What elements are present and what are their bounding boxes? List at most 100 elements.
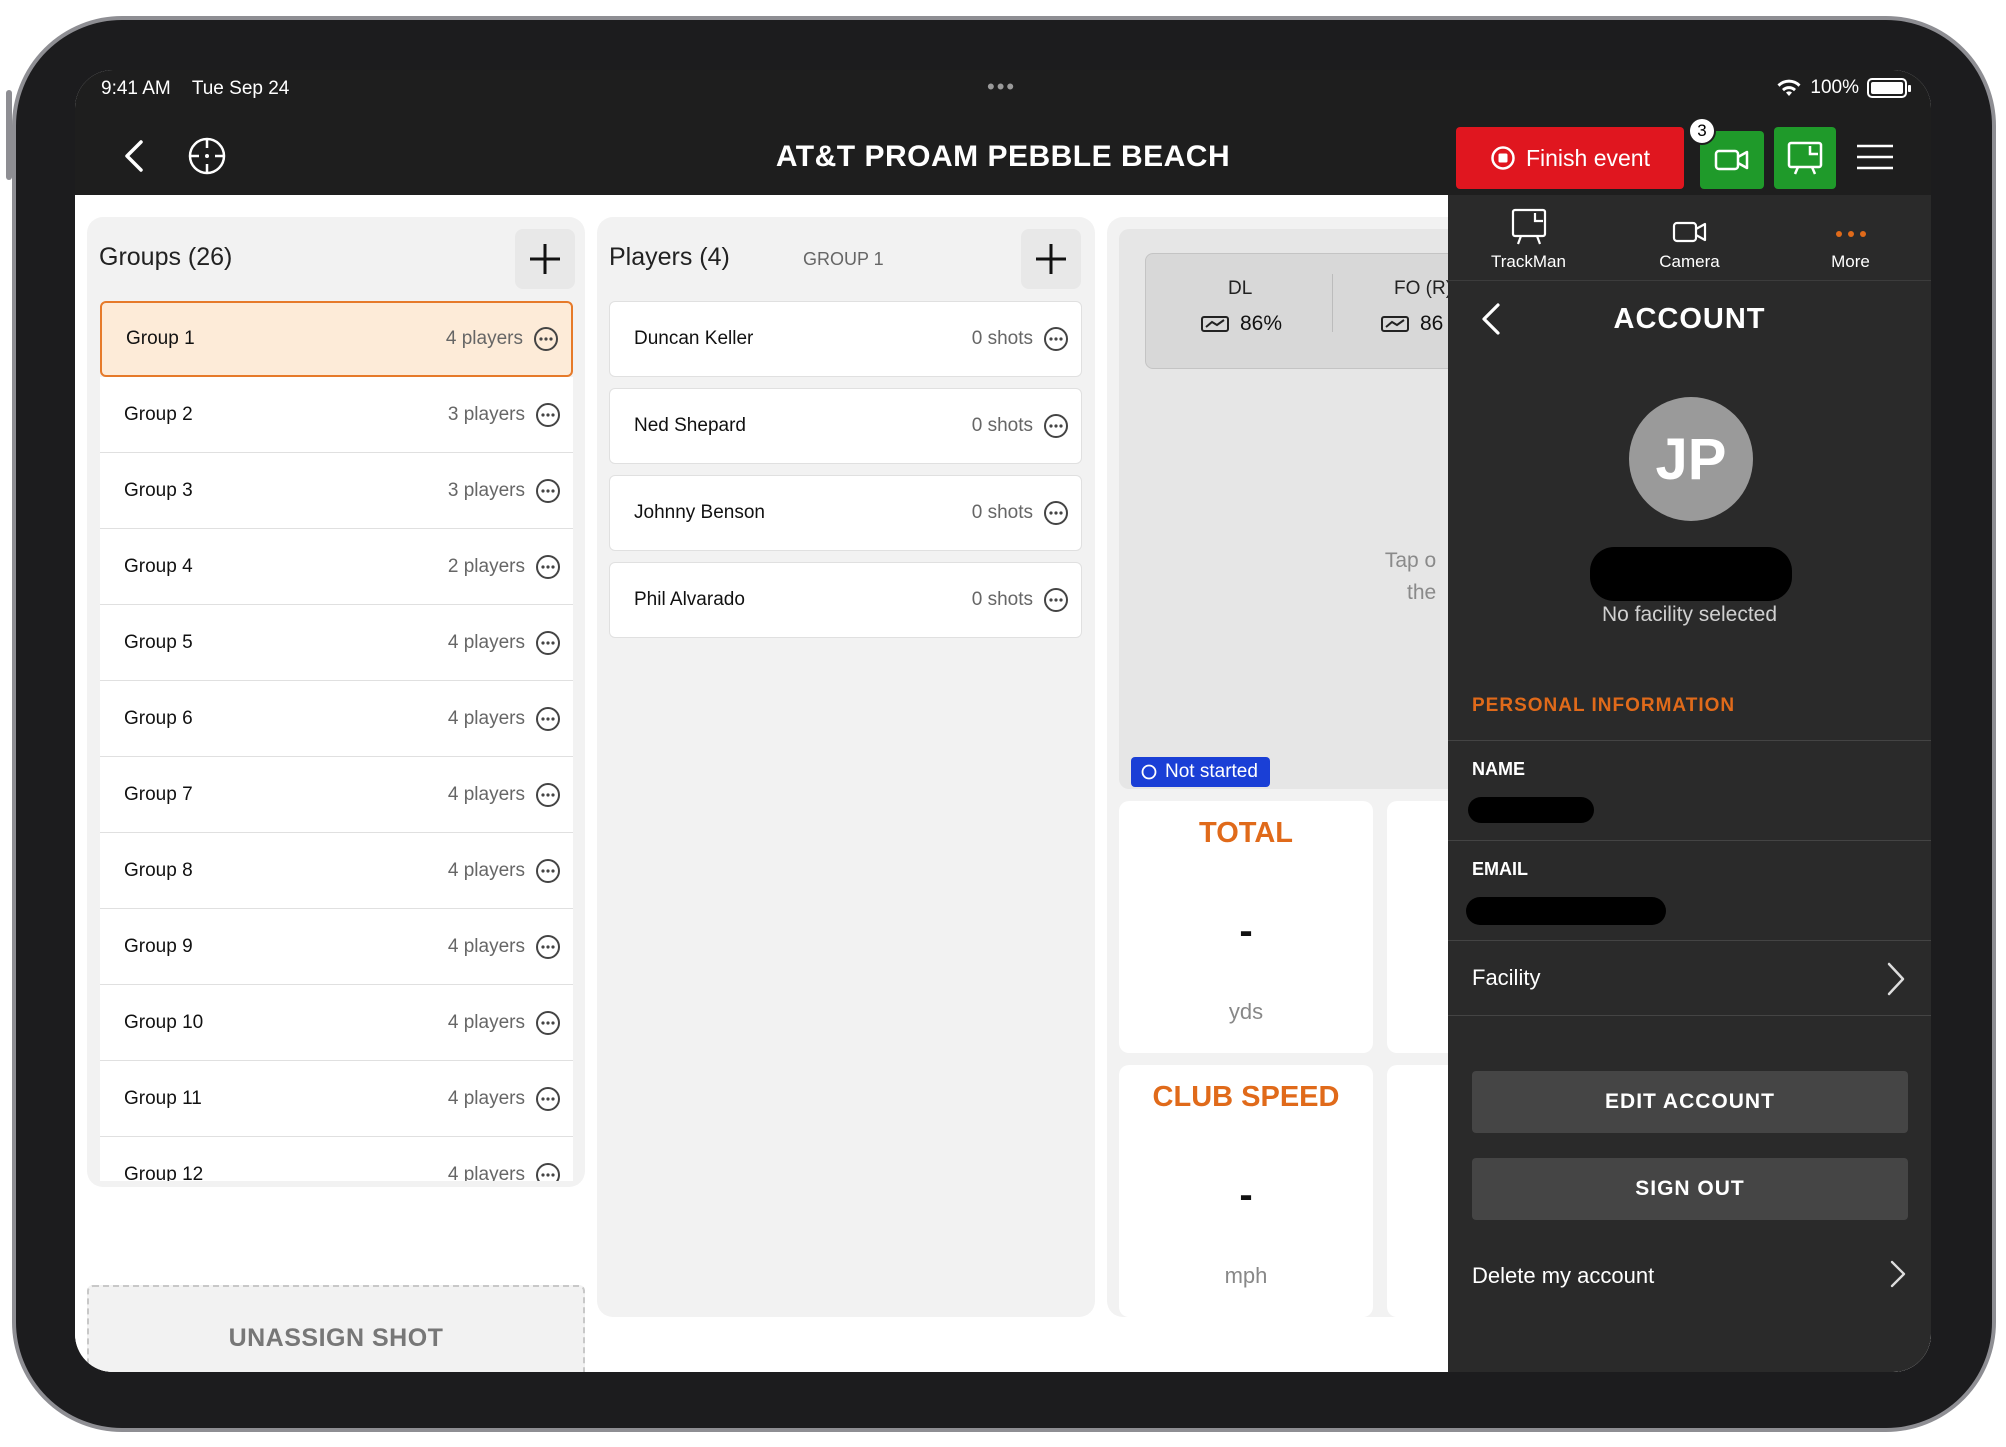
redacted-username xyxy=(1590,547,1792,601)
edit-account-button[interactable]: EDIT ACCOUNT xyxy=(1472,1071,1908,1133)
group-row[interactable]: Group 10 4 players xyxy=(100,985,573,1061)
tab-camera-label: Camera xyxy=(1659,252,1720,271)
group-row[interactable]: Group 42 players xyxy=(100,529,573,605)
player-row[interactable]: Johnny Benson 0 shots xyxy=(609,475,1082,551)
club-speed-unit: mph xyxy=(1224,1263,1268,1288)
more-options-icon[interactable] xyxy=(1043,500,1069,526)
more-options-icon[interactable] xyxy=(535,706,561,732)
add-player-button[interactable] xyxy=(1021,229,1081,289)
more-options-icon[interactable] xyxy=(535,554,561,580)
tap-hint-line-1: Tap o xyxy=(1384,549,1437,572)
redacted-name xyxy=(1468,797,1594,823)
account-tabs: TrackMan Camera More xyxy=(1448,195,1931,281)
players-group-label: GROUP 1 xyxy=(803,249,884,269)
status-date: Tue Sep 24 xyxy=(191,78,290,99)
more-options-icon[interactable] xyxy=(535,858,561,884)
status-right: 100% xyxy=(1776,77,1911,99)
club-speed-value: - xyxy=(1239,1173,1253,1217)
radar-icon xyxy=(1381,316,1409,332)
redacted-email xyxy=(1466,897,1666,925)
name-label: NAME xyxy=(1472,759,1525,779)
group-row[interactable]: Group 54 players xyxy=(100,605,573,681)
fo-value: 86 xyxy=(1420,312,1444,335)
status-time: 9:41 AM Tue Sep 24 xyxy=(101,78,290,99)
metrics-panel: DL 86% FO (R) 86 Tap o the Not started T… xyxy=(1107,217,1507,1317)
status-badge: Not started xyxy=(1131,757,1270,787)
dl-label: DL xyxy=(1228,278,1253,299)
tap-hint-line-2: the xyxy=(1407,581,1437,604)
total-unit: yds xyxy=(1228,999,1264,1024)
tab-trackman[interactable]: TrackMan xyxy=(1448,195,1609,280)
add-group-button[interactable] xyxy=(515,229,575,289)
dl-value: 86% xyxy=(1240,312,1283,335)
unassign-shot-button[interactable]: UNASSIGN SHOT xyxy=(87,1285,585,1372)
player-row[interactable]: Phil Alvarado 0 shots xyxy=(609,562,1082,638)
group-row[interactable]: Group 23 players xyxy=(100,377,573,453)
battery-icon xyxy=(1867,78,1911,98)
fo-metric: 86 xyxy=(1380,312,1443,336)
players-title: Players (4) xyxy=(609,243,730,271)
account-panel: TrackMan Camera More ACCOUNT JP No facil… xyxy=(1448,195,1931,1372)
video-camera-icon xyxy=(1672,221,1706,243)
more-options-icon[interactable] xyxy=(535,934,561,960)
group-row[interactable]: Group 14 players xyxy=(100,301,573,377)
circle-outline-icon xyxy=(1141,764,1157,780)
trackman-button[interactable] xyxy=(1774,127,1836,189)
tab-more[interactable]: More xyxy=(1770,195,1931,280)
fo-label: FO (R) xyxy=(1394,278,1453,299)
group-row[interactable]: Group 74 players xyxy=(100,757,573,833)
group-row[interactable]: Group 12 4 players xyxy=(100,1137,573,1181)
finish-event-button[interactable]: Finish event xyxy=(1456,127,1684,189)
more-options-icon[interactable] xyxy=(1043,326,1069,352)
side-button xyxy=(6,90,12,180)
club-speed-title: CLUB SPEED xyxy=(1152,1081,1340,1113)
radar-icon xyxy=(1201,316,1229,332)
total-value: - xyxy=(1239,909,1253,953)
more-options-icon[interactable] xyxy=(535,1162,561,1182)
tab-camera[interactable]: Camera xyxy=(1609,195,1770,280)
player-row[interactable]: Ned Shepard 0 shots xyxy=(609,388,1082,464)
group-row[interactable]: Group 84 players xyxy=(100,833,573,909)
club-speed-card[interactable]: CLUB SPEED - mph xyxy=(1119,1065,1373,1317)
more-options-icon[interactable] xyxy=(535,402,561,428)
account-title: ACCOUNT xyxy=(1613,303,1766,335)
facility-row[interactable]: Facility xyxy=(1448,940,1931,1016)
camera-button[interactable]: 3 xyxy=(1688,117,1764,189)
video-camera-icon xyxy=(1714,149,1749,171)
nav-bar: AT&T PROAM PEBBLE BEACH Finish event 3 xyxy=(75,117,1931,195)
group-row[interactable]: Group 94 players xyxy=(100,909,573,985)
stop-record-icon xyxy=(1491,146,1515,170)
group-row[interactable]: Group 11 4 players xyxy=(100,1061,573,1137)
groups-title: Groups (26) xyxy=(99,243,233,271)
trackman-device-icon xyxy=(1787,141,1823,175)
more-options-icon[interactable] xyxy=(1043,413,1069,439)
status-bar: 9:41 AM Tue Sep 24 ••• 100% xyxy=(75,70,1931,118)
group-list[interactable]: Group 14 players Group 23 players Group … xyxy=(100,301,573,1181)
group-row[interactable]: Group 33 players xyxy=(100,453,573,529)
name-row: NAME xyxy=(1448,740,1931,840)
status-badge-label: Not started xyxy=(1165,761,1258,782)
avatar[interactable]: JP xyxy=(1629,397,1753,521)
more-options-icon[interactable] xyxy=(535,1010,561,1036)
quality-divider xyxy=(1332,274,1333,332)
total-card[interactable]: TOTAL - yds xyxy=(1119,801,1373,1053)
more-options-icon[interactable] xyxy=(535,630,561,656)
dl-metric: 86% xyxy=(1200,312,1282,336)
hamburger-menu-icon[interactable] xyxy=(1855,142,1895,172)
more-options-icon[interactable] xyxy=(533,326,559,352)
wifi-icon xyxy=(1777,79,1801,96)
sign-out-button[interactable]: SIGN OUT xyxy=(1472,1158,1908,1220)
delete-account-row[interactable]: Delete my account xyxy=(1448,1245,1931,1305)
more-options-icon[interactable] xyxy=(535,1086,561,1112)
more-options-icon[interactable] xyxy=(535,782,561,808)
more-options-icon[interactable] xyxy=(1043,587,1069,613)
screen: 9:41 AM Tue Sep 24 ••• 100% AT&T PROAM P… xyxy=(75,70,1931,1372)
group-row[interactable]: Group 64 players xyxy=(100,681,573,757)
email-row: EMAIL xyxy=(1448,840,1931,940)
more-options-icon[interactable] xyxy=(535,478,561,504)
players-panel: Players (4) GROUP 1 Duncan Keller 0 shots… xyxy=(597,217,1095,1317)
player-row[interactable]: Duncan Keller 0 shots xyxy=(609,301,1082,377)
total-title: TOTAL xyxy=(1199,817,1293,849)
tab-more-label: More xyxy=(1831,252,1870,271)
multitask-dots-icon[interactable]: ••• xyxy=(987,74,1016,100)
